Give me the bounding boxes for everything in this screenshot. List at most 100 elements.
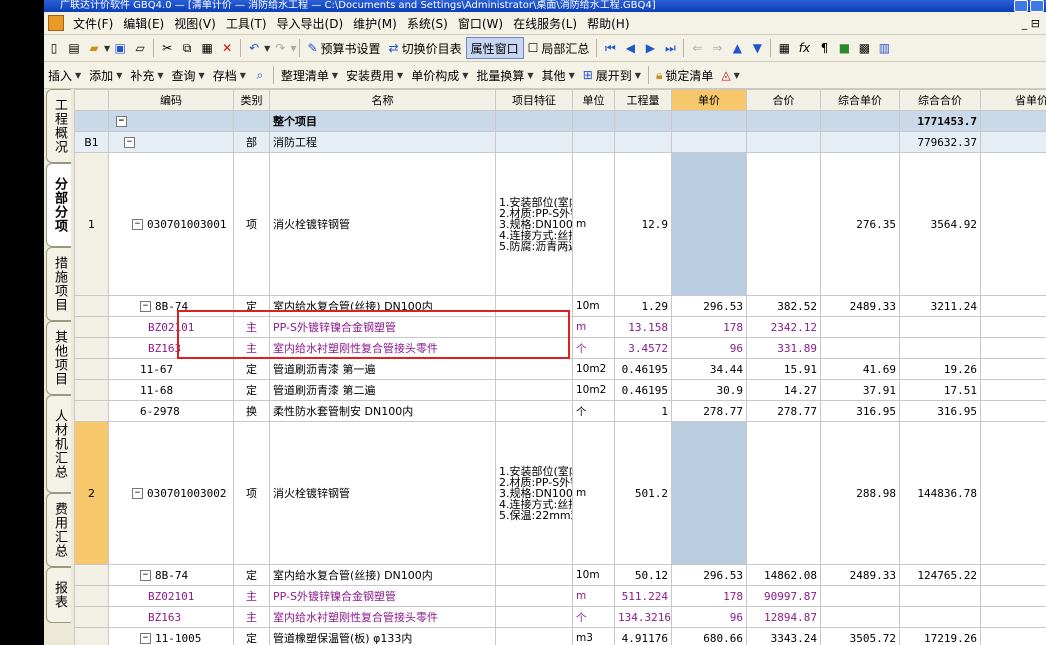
table-row[interactable]: − 整个项目 1771453.7 [74, 110, 1046, 132]
unit-cell[interactable]: m [572, 316, 615, 338]
tab-reports[interactable]: 报表 [46, 567, 71, 623]
row-number[interactable]: 1 [74, 152, 109, 296]
other-button[interactable]: 其他 ▼ [538, 65, 579, 85]
category-cell[interactable]: 定 [233, 379, 270, 401]
table-row[interactable]: B1 − 部消防工程 779632.37 [74, 131, 1046, 153]
row-number[interactable] [74, 606, 109, 628]
composite-total-cell[interactable]: 1771453.7 [899, 110, 981, 132]
col-header-code[interactable]: 编码 [108, 89, 234, 111]
quantity-cell[interactable]: 0.46195 [614, 358, 672, 380]
new-template-icon[interactable]: ▤ [66, 39, 82, 57]
feature-cell[interactable]: 1.安装部位(室内、外):室内2.材质:PP-S外镀锌镍合金钢塑管3.规格:DN… [495, 421, 573, 565]
code-cell[interactable]: BZ163 [108, 606, 234, 628]
provincial-price-cell[interactable] [980, 606, 1046, 628]
category-cell[interactable]: 定 [233, 564, 270, 586]
unit-cell[interactable]: 个 [572, 337, 615, 359]
name-cell[interactable]: 管道刷沥青漆 第一遍 [269, 358, 496, 380]
composite-price-cell[interactable] [820, 337, 900, 359]
collapse-toggle-icon[interactable]: − [124, 137, 135, 148]
category-cell[interactable]: 主 [233, 606, 270, 628]
unit-price-cell[interactable]: 178 [671, 585, 747, 607]
col-header-composite-price[interactable]: 综合单价 [820, 89, 900, 111]
feature-cell[interactable] [495, 627, 573, 645]
row-number[interactable]: B1 [74, 131, 109, 153]
property-window-button[interactable]: 属性窗口 [465, 37, 524, 59]
unit-price-cell[interactable] [671, 110, 747, 132]
calculator-icon[interactable]: ▦ [776, 39, 792, 57]
unit-price-cell[interactable]: 680.66 [671, 627, 747, 645]
composite-price-cell[interactable] [820, 110, 900, 132]
quantity-cell[interactable] [614, 110, 672, 132]
row-number[interactable]: 2 [74, 421, 109, 565]
undo-icon[interactable]: ↶ [246, 39, 262, 57]
row-number[interactable] [74, 379, 109, 401]
table-row[interactable]: 1−030701003001项消火栓镀锌钢管1.安装部位(室内、外):埋地2.材… [74, 152, 1046, 296]
menu-maintain[interactable]: 维护(M) [348, 15, 402, 32]
composite-total-cell[interactable]: 19.26 [899, 358, 981, 380]
tab-divisions[interactable]: 分部分项 [46, 163, 71, 247]
row-number[interactable] [74, 627, 109, 645]
composite-price-cell[interactable]: 37.91 [820, 379, 900, 401]
unit-price-composition-button[interactable]: 单价构成 ▼ [407, 65, 472, 85]
formula-icon[interactable]: fx [796, 39, 812, 57]
name-cell[interactable]: PP-S外镀锌镍合金钢塑管 [269, 585, 496, 607]
lock-list-button[interactable]: 🔒︎ 锁定清单 [652, 65, 717, 85]
expand-to-button[interactable]: ⊞ 展开到 ▼ [579, 65, 645, 85]
unit-cell[interactable]: 10m [572, 295, 615, 317]
unit-cell[interactable] [572, 131, 615, 153]
provincial-price-cell[interactable] [980, 585, 1046, 607]
table-row[interactable]: −11-1005 定管道橡塑保温管(板) φ133内 m3 4.91176 680.66… [74, 627, 1046, 645]
unit-cell[interactable]: 10m2 [572, 358, 615, 380]
binoculars-icon[interactable]: ⌕ [252, 66, 268, 84]
tab-project-overview[interactable]: 工程概况 [46, 89, 71, 163]
partial-summary-button[interactable]: ☐ 局部汇总 [524, 38, 594, 58]
menu-window[interactable]: 窗口(W) [453, 15, 508, 32]
composite-total-cell[interactable] [899, 606, 981, 628]
code-cell[interactable]: − [108, 110, 234, 132]
collapse-toggle-icon[interactable]: − [140, 301, 151, 312]
row-number[interactable] [74, 295, 109, 317]
feature-cell[interactable] [495, 295, 573, 317]
name-cell[interactable]: 室内给水复合管(丝接) DN100内 [269, 295, 496, 317]
budget-settings-button[interactable]: ✎ 预算书设置 [303, 38, 384, 58]
cube-icon[interactable]: ■ [836, 39, 852, 57]
col-header-unit[interactable]: 单位 [572, 89, 615, 111]
unit-cell[interactable]: m [572, 421, 615, 565]
move-left-icon[interactable]: ⇐ [689, 39, 705, 57]
code-cell[interactable]: −8B-74 [108, 295, 234, 317]
code-cell[interactable]: −8B-74 [108, 564, 234, 586]
unit-price-cell[interactable]: 278.77 [671, 400, 747, 422]
quantity-cell[interactable]: 50.12 [614, 564, 672, 586]
feature-cell[interactable] [495, 131, 573, 153]
table-row[interactable]: 11-67 定管道刷沥青漆 第一遍 10m2 0.46195 34.44 15.91 41.… [74, 358, 1046, 380]
provincial-price-cell[interactable]: 3 [980, 358, 1046, 380]
total-cell[interactable] [746, 110, 821, 132]
quantity-cell[interactable]: 13.158 [614, 316, 672, 338]
menu-online[interactable]: 在线服务(L) [508, 15, 582, 32]
code-cell[interactable]: 11-67 [108, 358, 234, 380]
unit-price-cell[interactable] [671, 152, 747, 296]
quantity-cell[interactable]: 1 [614, 400, 672, 422]
unit-price-cell[interactable]: 30.9 [671, 379, 747, 401]
quantity-cell[interactable] [614, 131, 672, 153]
composite-total-cell[interactable] [899, 316, 981, 338]
composite-price-cell[interactable]: 3505.72 [820, 627, 900, 645]
table-row[interactable]: −8B-74 定室内给水复合管(丝接) DN100内 10m 1.29 296.53 38… [74, 295, 1046, 317]
open-folder-icon[interactable]: ▰ [86, 39, 102, 57]
composite-price-cell[interactable] [820, 316, 900, 338]
table-row[interactable]: BZ163 主室内给水衬塑刚性复合管接头零件 个 134.3216 96 12894.87 [74, 606, 1046, 628]
add-button[interactable]: 添加 ▼ [85, 65, 126, 85]
close-button[interactable] [1030, 0, 1044, 12]
feature-cell[interactable] [495, 564, 573, 586]
col-header-rownum[interactable] [74, 89, 109, 111]
menu-edit[interactable]: 编辑(E) [118, 15, 169, 32]
provincial-price-cell[interactable] [980, 131, 1046, 153]
archive-button[interactable]: 存档 ▼ [209, 65, 250, 85]
name-cell[interactable]: PP-S外镀锌镍合金钢塑管 [269, 316, 496, 338]
composite-price-cell[interactable]: 316.95 [820, 400, 900, 422]
copy-icon[interactable]: ⧉ [179, 39, 195, 57]
col-header-quantity[interactable]: 工程量 [614, 89, 672, 111]
unit-cell[interactable]: 个 [572, 400, 615, 422]
switch-price-table-button[interactable]: ⇄ 切换价目表 [385, 38, 466, 58]
composite-price-cell[interactable] [820, 606, 900, 628]
